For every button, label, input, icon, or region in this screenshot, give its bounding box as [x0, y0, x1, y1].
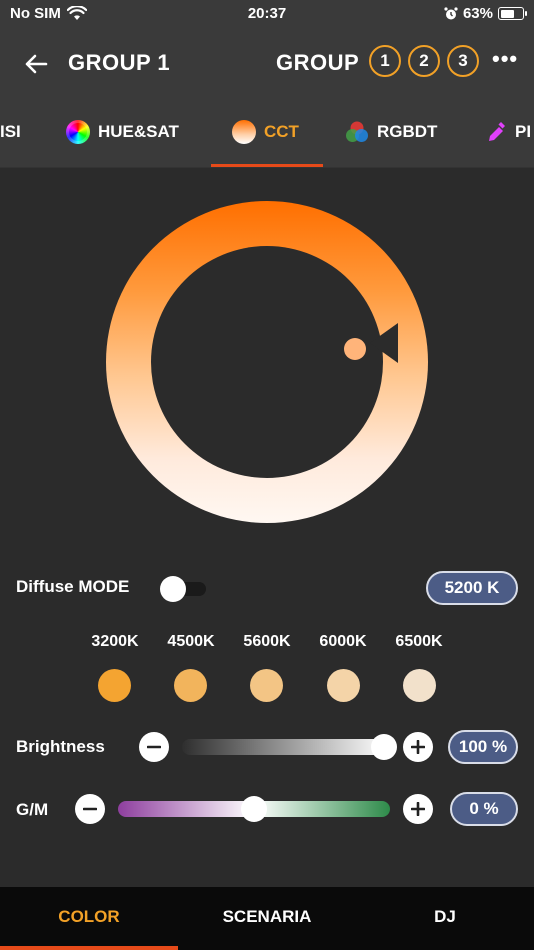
battery-fill — [500, 9, 514, 18]
gm-increase-button[interactable] — [403, 794, 433, 824]
minus-icon — [147, 745, 161, 749]
eyedropper-icon — [489, 122, 505, 141]
diffuse-mode-label: Diffuse MODE — [16, 577, 130, 596]
plus-icon — [411, 740, 425, 754]
tab-rgbdt-label: RGBDT — [377, 122, 438, 141]
group-3-button[interactable]: 3 — [447, 45, 479, 77]
plus-icon — [411, 802, 425, 816]
gm-value[interactable]: 0 % — [450, 792, 518, 826]
brightness-increase-button[interactable] — [403, 732, 433, 762]
brightness-slider-knob[interactable] — [371, 734, 397, 760]
preset-label-6500k: 6500K — [395, 633, 443, 650]
tab-isi[interactable]: ISI — [0, 119, 21, 145]
gm-decrease-button[interactable] — [75, 794, 105, 824]
brightness-decrease-button[interactable] — [139, 732, 169, 762]
back-button[interactable] — [20, 48, 52, 80]
tab-picker-label: PI — [515, 122, 532, 141]
group-2-button[interactable]: 2 — [408, 45, 440, 77]
gm-label: G/M — [16, 800, 49, 819]
toggle-knob — [160, 576, 186, 602]
status-bar: No SIM 20:37 63% — [0, 0, 534, 28]
back-arrow-icon — [25, 54, 48, 74]
group-1-button[interactable]: 1 — [369, 45, 401, 77]
nav-dj[interactable]: DJ — [356, 907, 534, 927]
gm-slider-knob[interactable] — [241, 796, 267, 822]
bottom-nav: COLOR SCENARIA DJ — [0, 887, 534, 950]
diffuse-mode-toggle[interactable] — [160, 576, 208, 602]
cct-ring-center — [151, 246, 383, 478]
header: GROUP 1 GROUP 1 2 3 ••• — [0, 28, 534, 98]
active-nav-indicator — [0, 946, 178, 950]
alarm-icon — [444, 6, 458, 19]
nav-color[interactable]: COLOR — [0, 907, 178, 927]
tab-isi-label: ISI — [0, 122, 21, 141]
brightness-slider[interactable] — [182, 739, 388, 755]
color-wheel-icon — [66, 120, 90, 144]
tab-hue-sat-label: HUE&SAT — [98, 122, 179, 141]
minus-icon — [83, 807, 97, 811]
status-right: 63% — [444, 5, 527, 22]
active-tab-indicator — [211, 164, 323, 167]
preset-label-3200k: 3200K — [91, 633, 139, 650]
cct-gradient-icon — [232, 120, 256, 144]
rgb-circles-icon — [346, 121, 368, 142]
preset-label-6000k: 6000K — [319, 633, 367, 650]
page-title: GROUP 1 — [68, 50, 171, 75]
preset-6500k-button[interactable] — [403, 669, 436, 702]
tab-hue-sat[interactable]: HUE&SAT — [66, 119, 179, 145]
cct-ring-pointer — [370, 323, 398, 363]
tab-picker[interactable]: PI — [487, 119, 531, 145]
preset-label-4500k: 4500K — [167, 633, 215, 650]
preset-label-5600k: 5600K — [243, 633, 291, 650]
preset-4500k-button[interactable] — [174, 669, 207, 702]
battery-icon — [498, 7, 527, 20]
cct-ring-marker[interactable] — [344, 338, 366, 360]
preset-3200k-button[interactable] — [98, 669, 131, 702]
more-button[interactable]: ••• — [492, 46, 518, 72]
tab-cct-label: CCT — [264, 122, 299, 141]
preset-6000k-button[interactable] — [327, 669, 360, 702]
kelvin-value[interactable]: 5200 K — [426, 571, 518, 605]
preset-5600k-button[interactable] — [250, 669, 283, 702]
brightness-value[interactable]: 100 % — [448, 730, 518, 764]
brightness-label: Brightness — [16, 737, 105, 756]
mode-tabs: ISI HUE&SAT CCT RGBDT PI — [0, 98, 534, 168]
group-label: GROUP — [276, 50, 360, 75]
battery-percent: 63% — [462, 5, 493, 22]
nav-scenaria[interactable]: SCENARIA — [178, 907, 356, 927]
tab-cct[interactable]: CCT — [232, 119, 299, 145]
tab-rgbdt[interactable]: RGBDT — [345, 119, 437, 145]
